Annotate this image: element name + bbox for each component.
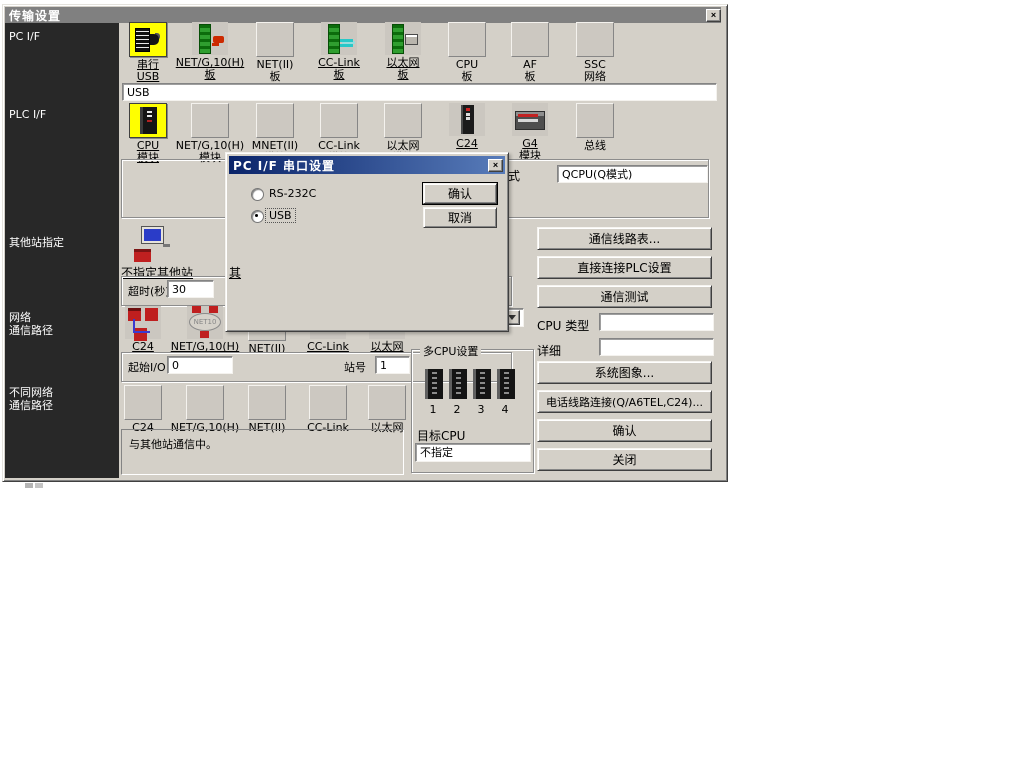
sidebar-item-plc-if: PLC I/F [9,108,47,121]
pcif-item-ssc-network[interactable]: SSC 网络 [550,22,640,82]
sidebar-item-pc-if: PC I/F [9,30,41,43]
sidebar-item-network-route: 网络 通信路径 [9,311,53,337]
screenshot-artifact [35,483,43,488]
dialog-close-icon[interactable]: × [488,158,503,172]
window-close-icon[interactable]: × [706,8,721,22]
cpu3-icon[interactable] [473,369,491,399]
pcif-selected-field[interactable]: USB [122,83,717,101]
window-titlebar: 传输设置 × [5,7,721,23]
plcif-item-bus[interactable]: 总线 [550,103,640,152]
ethernet-board-icon[interactable] [385,22,421,55]
g4-module-icon[interactable] [512,103,548,136]
blank-board-icon[interactable] [511,22,549,57]
start-io-field[interactable]: 0 [167,356,233,374]
cclink-board-icon[interactable] [321,22,357,55]
blank-board-icon[interactable] [256,22,294,57]
blank-network-icon[interactable] [186,385,224,420]
screenshot-page: 传输设置 × PC I/F PLC I/F 其他站指定 网络 通信路径 不同网络… [0,0,1024,768]
target-cpu-label: 目标CPU [417,429,466,443]
usb-radio-label[interactable]: USB [265,208,296,223]
multi-cpu-title: 多CPU设置 [420,343,482,359]
detail-label: 详细 [537,344,562,358]
dialog-cancel-button[interactable]: 取消 [423,207,497,228]
cpu-module-icon[interactable] [129,103,167,138]
status-box: 与其他站通信中。 [121,429,404,475]
blank-network-icon[interactable] [124,385,162,420]
cpu-type-label: CPU 类型 [537,319,590,333]
c24-network-icon[interactable] [125,306,161,339]
direct-plc-connect-button[interactable]: 直接连接PLC设置 [537,256,712,279]
screenshot-artifact [25,483,33,488]
system-image-button[interactable]: 系统图象... [537,361,712,384]
cpu2-number: 2 [453,403,461,416]
cpu-type-field [599,313,714,331]
blank-module-icon[interactable] [576,103,614,138]
cpu4-number: 4 [501,403,509,416]
blank-board-icon[interactable] [576,22,614,57]
multi-cpu-groupbox: 多CPU设置 1 2 3 4 目标CPU 不指定 [411,343,534,473]
serial-usb-icon[interactable] [129,22,167,57]
mode-value-field: QCPU(Q模式) [557,165,708,183]
blank-module-icon[interactable] [384,103,422,138]
station-no-field[interactable]: 1 [375,356,410,374]
blank-module-icon[interactable] [256,103,294,138]
cpu1-icon[interactable] [425,369,443,399]
cpu1-number: 1 [429,403,437,416]
timeout-label: 超时(秒) [128,285,170,298]
sidebar-item-diff-network: 不同网络 通信路径 [9,386,53,412]
close-button[interactable]: 关闭 [537,448,712,471]
network-board-icon[interactable] [192,22,228,55]
rs232c-radio-label[interactable]: RS-232C [269,187,316,200]
window-title: 传输设置 [9,8,62,23]
cpu4-icon[interactable] [497,369,515,399]
phone-line-connect-button[interactable]: 电话线路连接(Q/A6TEL,C24)... [537,390,712,413]
status-text: 与其他站通信中。 [129,438,217,451]
repaint-artifact-label: 其 [229,266,242,280]
target-cpu-field[interactable]: 不指定 [415,443,531,462]
detail-field [599,338,714,356]
cpu2-icon[interactable] [449,369,467,399]
station-no-label: 站号 [344,361,366,374]
blank-board-icon[interactable] [448,22,486,57]
serial-setup-dialog: PC I/F 串口设置 × RS-232C USB 确认 取消 [225,152,509,332]
blank-module-icon[interactable] [191,103,229,138]
ok-button[interactable]: 确认 [537,419,712,442]
dialog-ok-button[interactable]: 确认 [423,183,497,204]
usb-radio[interactable] [251,210,264,223]
timeout-field[interactable]: 30 [167,280,214,298]
comm-line-list-button[interactable]: 通信线路表... [537,227,712,250]
dialog-title: PC I/F 串口设置 [233,158,336,173]
blank-module-icon[interactable] [320,103,358,138]
c24-module-icon[interactable] [449,103,485,136]
dialog-titlebar: PC I/F 串口设置 × [229,156,505,174]
blank-network-icon[interactable] [248,385,286,420]
start-io-label: 起始I/O [128,361,166,374]
net10-network-icon[interactable] [187,306,223,339]
blank-network-icon[interactable] [368,385,406,420]
cpu3-number: 3 [477,403,485,416]
sidebar-item-other-station: 其他站指定 [9,236,64,249]
rs232c-radio[interactable] [251,188,264,201]
comm-test-button[interactable]: 通信测试 [537,285,712,308]
no-other-station-icon[interactable] [130,226,174,264]
